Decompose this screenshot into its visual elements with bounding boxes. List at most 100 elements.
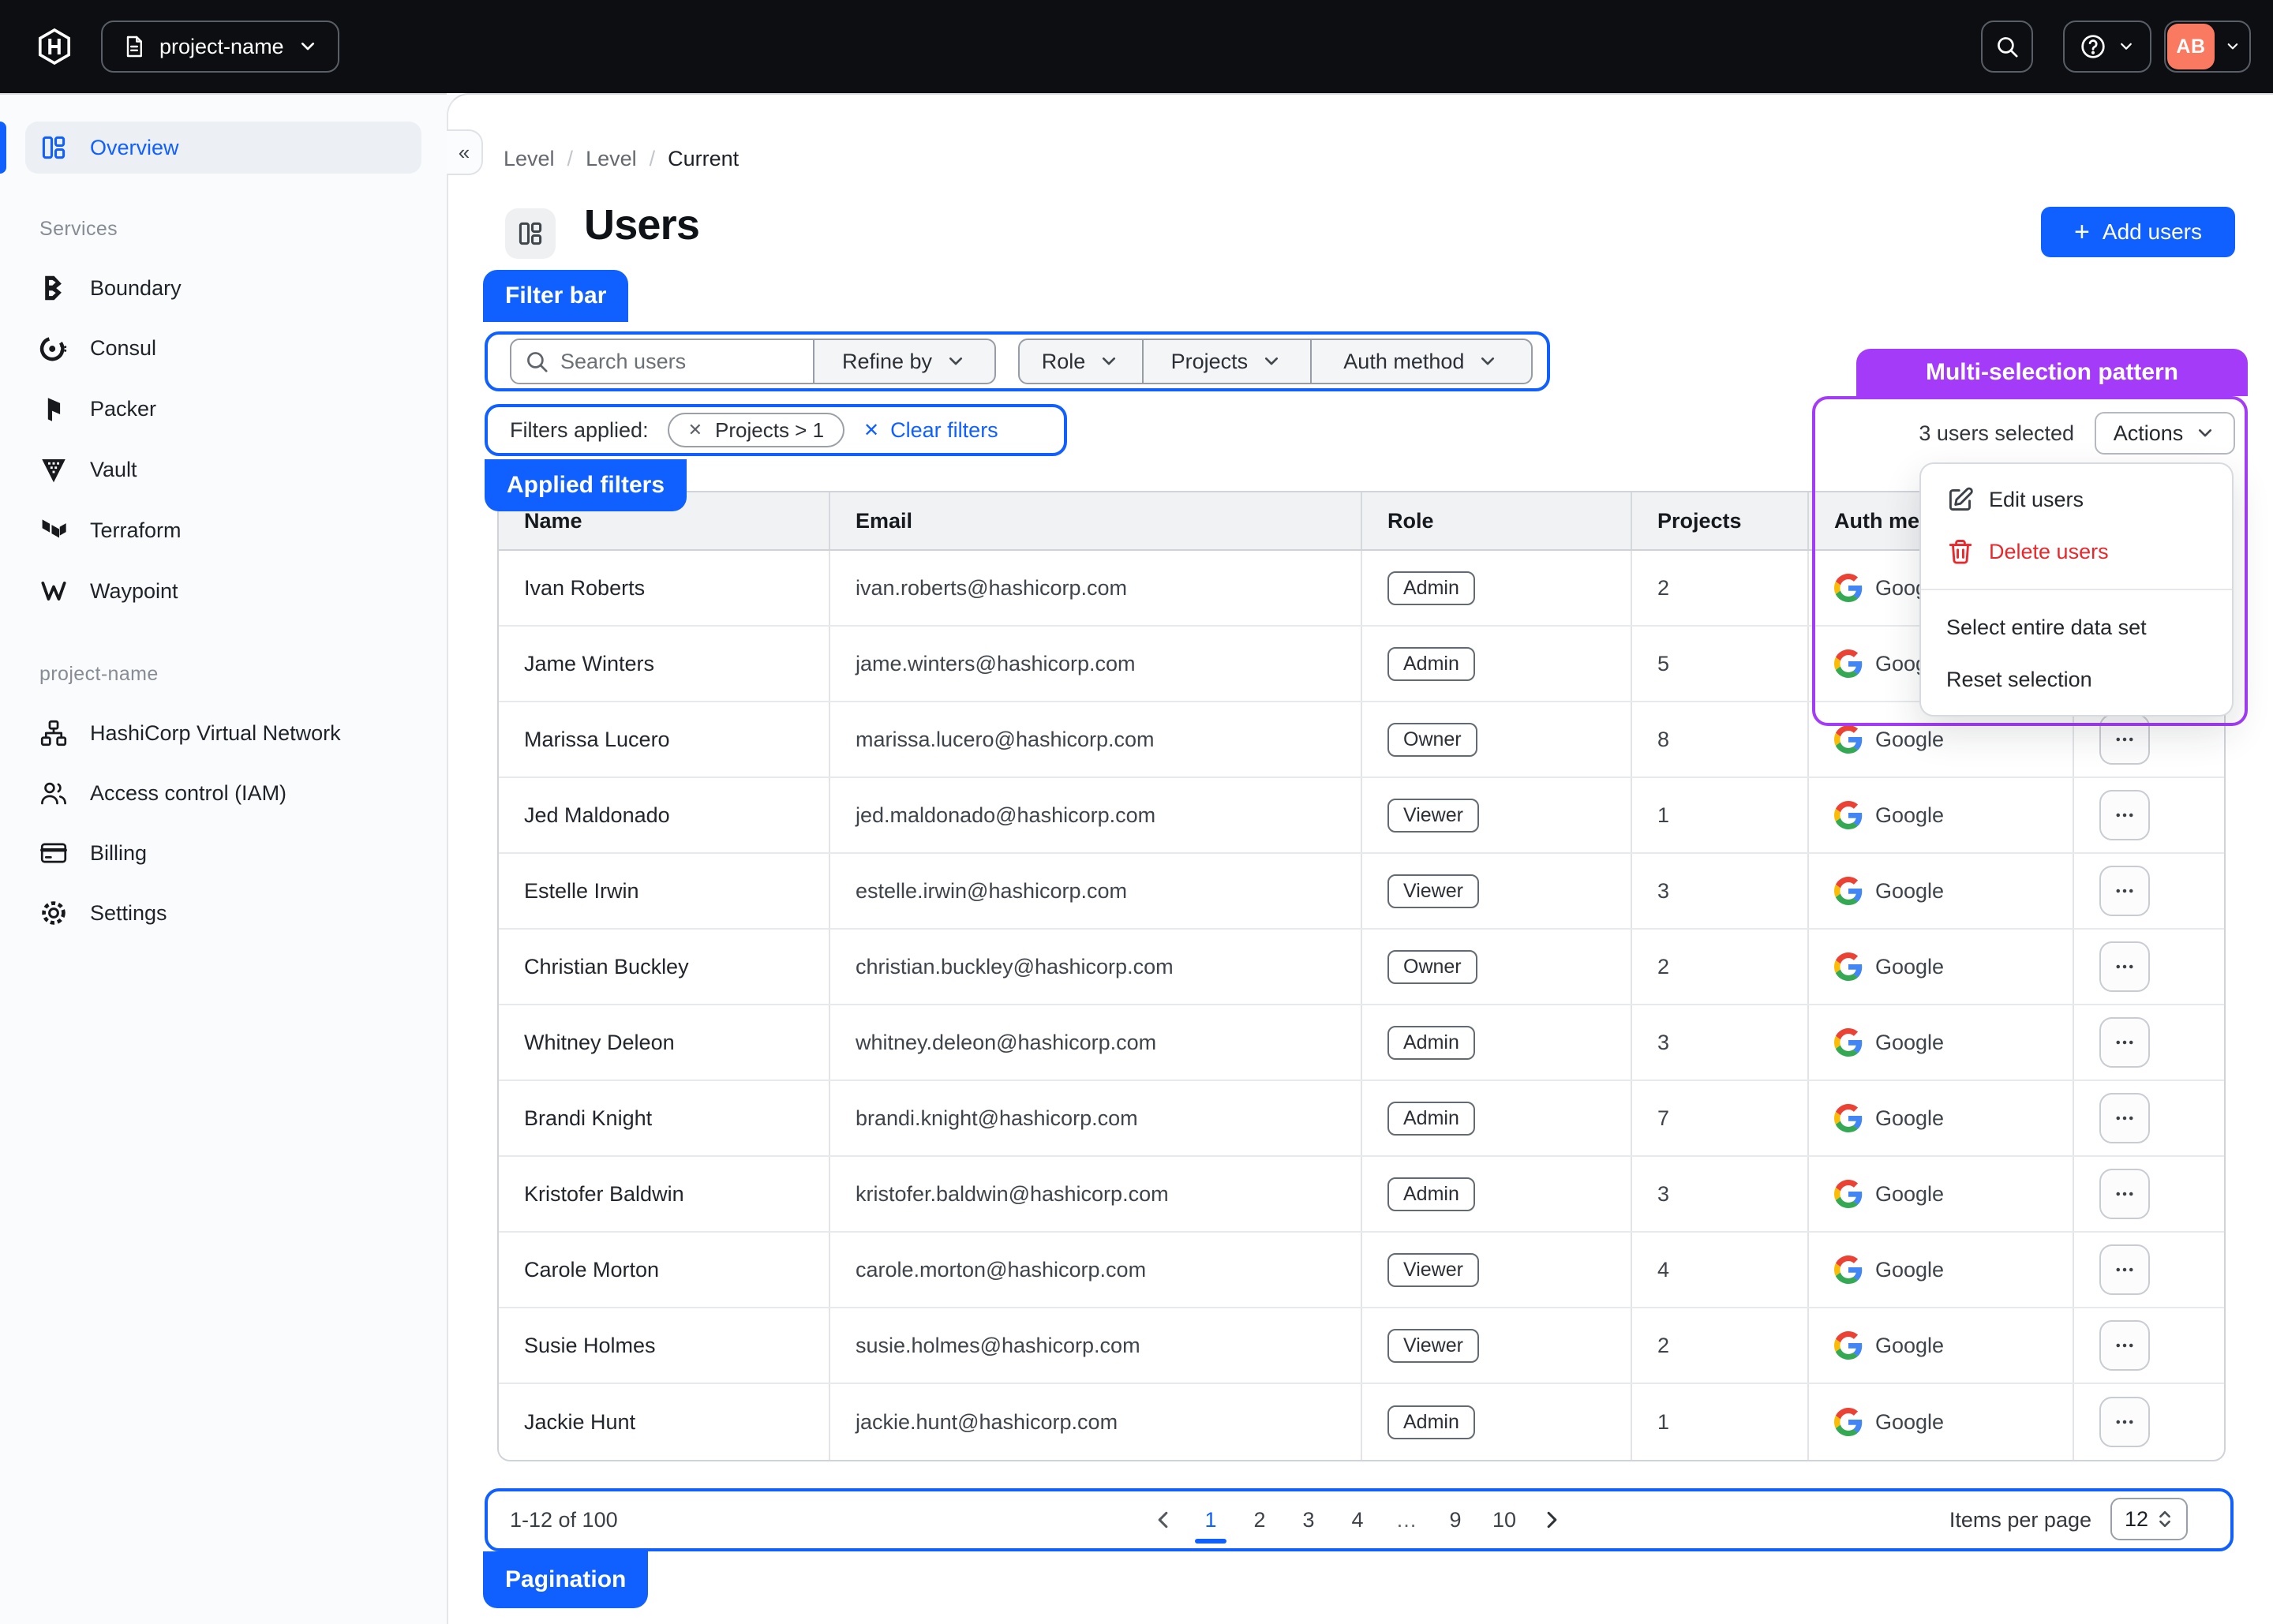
next-page-button[interactable] — [1539, 1507, 1564, 1532]
project-switcher[interactable]: project-name — [101, 21, 339, 73]
breadcrumb-item-level[interactable]: Level — [586, 147, 637, 171]
global-search-button[interactable] — [1981, 21, 2033, 73]
filter-dropdown-role[interactable]: Role — [1020, 340, 1142, 383]
cell-projects: 1 — [1631, 1384, 1807, 1460]
sidebar-item-billing[interactable]: Billing — [25, 827, 421, 879]
breadcrumb-item-level[interactable]: Level — [504, 147, 555, 171]
filter-dropdown-label: Auth method — [1343, 350, 1464, 374]
consul-icon — [39, 335, 68, 363]
filter-dropdown-projects[interactable]: Projects — [1142, 340, 1310, 383]
cell-projects: 8 — [1631, 702, 1807, 776]
row-menu-button[interactable] — [2099, 1244, 2150, 1295]
topbar: project-name AB — [0, 0, 2273, 93]
account-menu-button[interactable]: AB — [2164, 21, 2251, 73]
cell-role: Admin — [1361, 551, 1631, 625]
row-menu-button[interactable] — [2099, 1169, 2150, 1219]
cell-projects: 4 — [1631, 1233, 1807, 1307]
project-switcher-label: project-name — [159, 35, 284, 59]
google-icon — [1834, 649, 1863, 678]
cell-email: susie.holmes@hashicorp.com — [829, 1308, 1361, 1383]
menu-divider — [1921, 589, 2232, 590]
search-icon — [524, 349, 549, 374]
annotation-multi-selection: Multi-selection pattern — [1856, 349, 2248, 396]
table-row: Susie Holmessusie.holmes@hashicorp.comVi… — [499, 1308, 2224, 1384]
row-menu-button[interactable] — [2099, 1320, 2150, 1371]
help-menu-button[interactable] — [2063, 21, 2151, 73]
role-badge: Viewer — [1387, 874, 1479, 908]
google-icon — [1834, 1331, 1863, 1360]
cell-projects: 2 — [1631, 930, 1807, 1004]
menu-item-select-entire-data-set[interactable]: Select entire data set — [1921, 601, 2232, 653]
menu-item-reset-selection[interactable]: Reset selection — [1921, 653, 2232, 705]
role-badge: Admin — [1387, 1026, 1475, 1060]
column-header-role: Role — [1361, 492, 1631, 549]
page-button-9[interactable]: 9 — [1441, 1508, 1470, 1532]
sidebar-item-vault[interactable]: Vault — [25, 443, 421, 496]
google-icon — [1834, 801, 1863, 829]
auth-method-label: Google — [1875, 1258, 1944, 1282]
sidebar-item-hashicorp-virtual-network[interactable]: HashiCorp Virtual Network — [25, 707, 421, 759]
selection-count: 3 users selected — [1837, 412, 2074, 455]
sidebar-item-boundary[interactable]: Boundary — [25, 262, 421, 314]
pager-ellipsis: … — [1392, 1508, 1421, 1532]
remove-filter-icon[interactable]: ✕ — [688, 420, 702, 440]
sidebar-item-label: Billing — [90, 841, 147, 866]
sidebar-item-terraform[interactable]: Terraform — [25, 504, 421, 556]
page-button-2[interactable]: 2 — [1245, 1508, 1274, 1532]
cell-email: carole.morton@hashicorp.com — [829, 1233, 1361, 1307]
table-row: Jed Maldonadojed.maldonado@hashicorp.com… — [499, 778, 2224, 854]
google-icon — [1834, 1408, 1863, 1436]
page-button-3[interactable]: 3 — [1294, 1508, 1323, 1532]
actions-dropdown-button[interactable]: Actions — [2095, 412, 2235, 455]
refine-by-dropdown[interactable]: Refine by — [813, 339, 996, 384]
sidebar-item-access-control-iam[interactable]: Access control (IAM) — [25, 767, 421, 819]
search-users-input[interactable]: Search users — [510, 339, 814, 384]
menu-item-delete-users[interactable]: Delete users — [1921, 526, 2232, 578]
google-icon — [1834, 725, 1863, 754]
filter-dropdown-auth-method[interactable]: Auth method — [1310, 340, 1531, 383]
filter-chip-projects[interactable]: ✕ Projects > 1 — [668, 413, 844, 447]
boundary-icon — [39, 274, 68, 302]
sidebar-item-packer[interactable]: Packer — [25, 384, 421, 436]
content-panel: « Level/Level/Current Users + Add users … — [447, 93, 2273, 1624]
row-menu-button[interactable] — [2099, 1017, 2150, 1068]
table-row: Whitney Deleonwhitney.deleon@hashicorp.c… — [499, 1005, 2224, 1081]
auth-method-label: Google — [1875, 1106, 1944, 1131]
search-placeholder: Search users — [560, 350, 686, 374]
cell-projects: 7 — [1631, 1081, 1807, 1155]
page-button-4[interactable]: 4 — [1343, 1508, 1372, 1532]
row-menu-button[interactable] — [2099, 714, 2150, 765]
cell-role: Admin — [1361, 1384, 1631, 1460]
sidebar-item-waypoint[interactable]: Waypoint — [25, 565, 421, 617]
cell-actions — [2073, 1157, 2224, 1231]
table-row: Christian Buckleychristian.buckley@hashi… — [499, 930, 2224, 1005]
role-badge: Admin — [1387, 1405, 1475, 1439]
sidebar-item-overview[interactable]: Overview — [25, 122, 421, 174]
chevron-down-icon — [2224, 37, 2241, 56]
page-button-10[interactable]: 10 — [1490, 1508, 1518, 1532]
sidebar-item-label: Terraform — [90, 518, 182, 543]
sidebar-item-settings[interactable]: Settings — [25, 887, 421, 939]
page-button-1[interactable]: 1 — [1196, 1508, 1225, 1532]
row-menu-button[interactable] — [2099, 1093, 2150, 1143]
ellipsis-icon — [2113, 1258, 2136, 1282]
items-per-page-stepper[interactable]: 12 — [2110, 1498, 2188, 1540]
add-users-button[interactable]: + Add users — [2041, 207, 2235, 257]
previous-page-button[interactable] — [1151, 1507, 1176, 1532]
sidebar-item-consul[interactable]: Consul — [25, 323, 421, 375]
auth-method-label: Google — [1875, 728, 1944, 752]
cell-email: jed.maldonado@hashicorp.com — [829, 778, 1361, 852]
row-menu-button[interactable] — [2099, 941, 2150, 992]
row-menu-button[interactable] — [2099, 790, 2150, 840]
sidebar-collapse-button[interactable]: « — [447, 129, 483, 175]
auth-method-label: Google — [1875, 803, 1944, 828]
cell-role: Admin — [1361, 1005, 1631, 1080]
breadcrumb-separator: / — [567, 147, 574, 171]
row-menu-button[interactable] — [2099, 1397, 2150, 1447]
google-icon — [1834, 574, 1863, 602]
row-menu-button[interactable] — [2099, 866, 2150, 916]
menu-item-edit-users[interactable]: Edit users — [1921, 473, 2232, 526]
edit-icon — [1946, 485, 1975, 514]
cell-name: Estelle Irwin — [499, 854, 829, 928]
clear-filters-link[interactable]: ✕ Clear filters — [863, 418, 998, 443]
